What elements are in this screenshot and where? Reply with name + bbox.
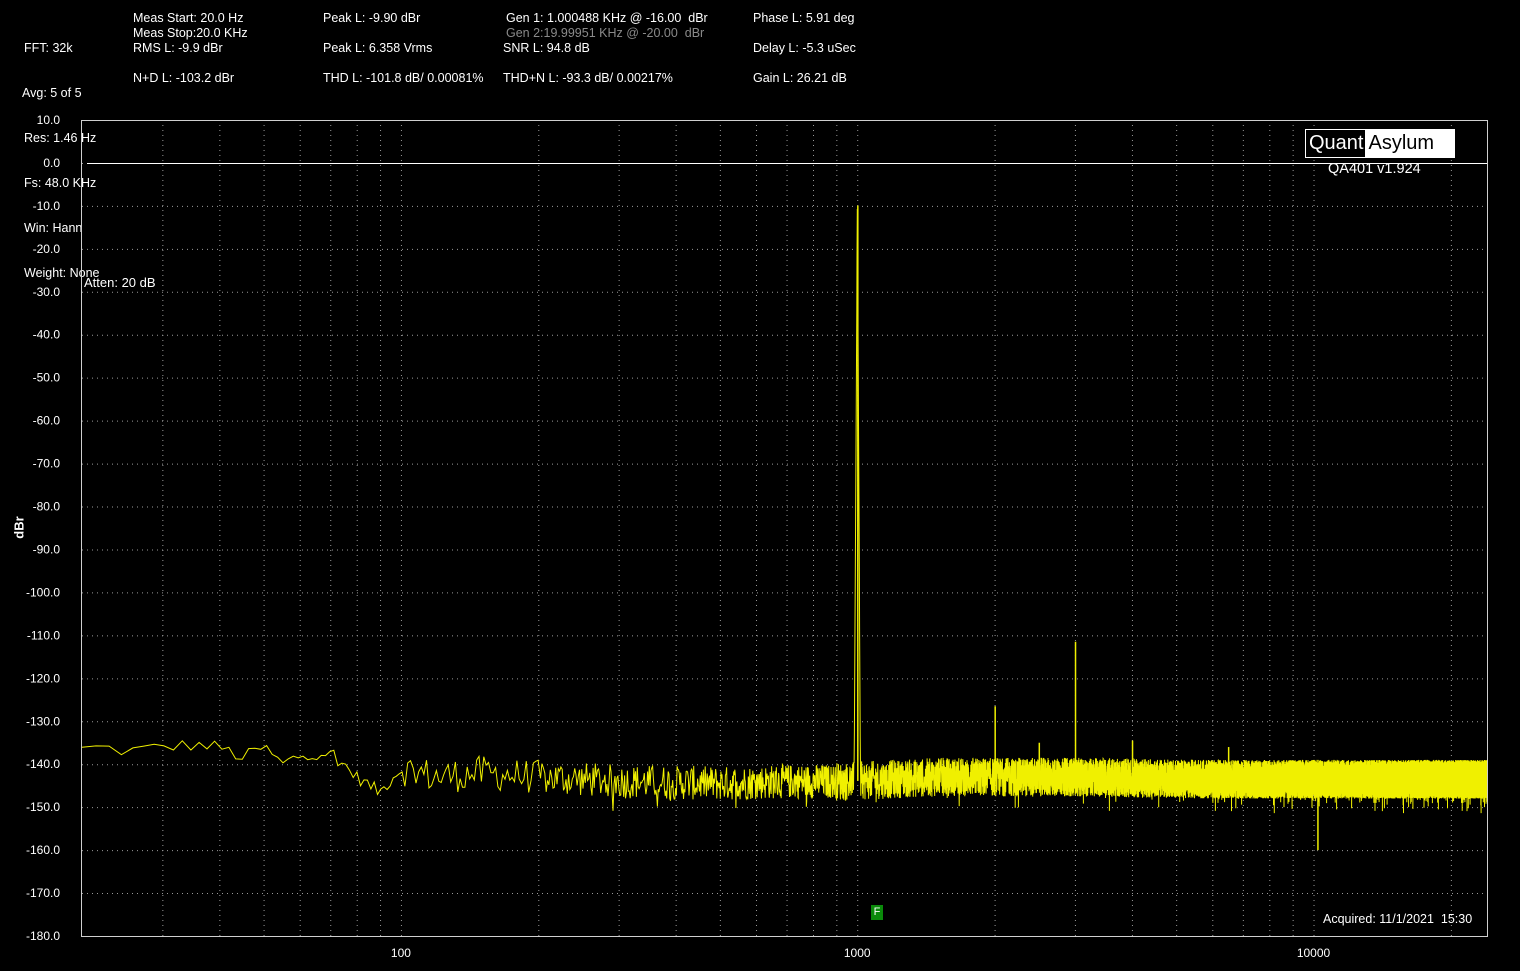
atten-label: Atten: 20 dB [84, 275, 156, 290]
plot-frame [81, 120, 1488, 937]
y-tick-label: -80.0 [33, 500, 61, 514]
y-tick-label: -20.0 [33, 242, 61, 256]
x-tick-label: 1000 [844, 946, 871, 960]
y-tick-label: -90.0 [33, 542, 61, 556]
y-tick-label: -60.0 [33, 414, 61, 428]
y-tick-label: -130.0 [26, 714, 60, 728]
logo-part2: Asylum [1365, 130, 1454, 157]
quantasylum-logo: Quant Asylum [1305, 129, 1455, 158]
noise-floor-trace [81, 208, 1488, 814]
y-tick-label: 10.0 [37, 113, 61, 127]
x-tick-label: 100 [391, 946, 411, 960]
plot-grid [82, 120, 1487, 936]
y-tick-label: -100.0 [26, 585, 60, 599]
y-tick-label: 0.0 [43, 156, 60, 170]
y-tick-label: -120.0 [26, 671, 60, 685]
y-tick-label: -180.0 [26, 929, 60, 943]
acquired-label: Acquired: 11/1/2021 15:30 [1323, 912, 1473, 926]
y-tick-label: -50.0 [33, 371, 61, 385]
y-tick-label: -140.0 [26, 757, 60, 771]
y-tick-label: -150.0 [26, 800, 60, 814]
spectrum-trace [81, 205, 1488, 851]
y-tick-label: -110.0 [27, 628, 60, 642]
x-tick-label: 10000 [1297, 946, 1331, 960]
logo-part1: Quant [1306, 130, 1366, 157]
y-tick-label: -170.0 [26, 886, 60, 900]
y-tick-label: -40.0 [33, 328, 61, 342]
y-axis-label: dBr [11, 516, 27, 539]
y-tick-label: -160.0 [26, 843, 60, 857]
version-label: QA401 v1.924 [1328, 161, 1421, 177]
y-tick-label: -70.0 [33, 457, 61, 471]
fundamental-marker[interactable]: F [871, 905, 883, 920]
y-tick-label: -30.0 [33, 285, 61, 299]
fft-plot[interactable]: 10.0 0.0 -10.0 -20.0 -30.0 -40.0 -50.0 -60.0 -70… [0, 0, 1520, 971]
y-tick-labels: 10.0 0.0 -10.0 -20.0 -30.0 -40.0 -50.0 -60.0 -70… [26, 113, 60, 943]
x-tick-labels: 100 1000 10000 [391, 946, 1331, 960]
y-tick-label: -10.0 [33, 199, 61, 213]
